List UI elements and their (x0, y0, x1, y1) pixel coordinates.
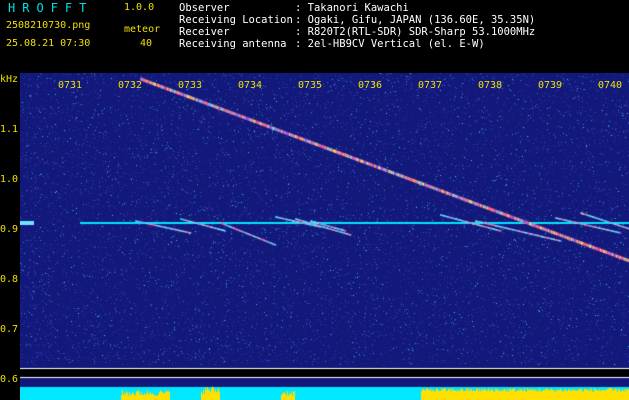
info-label: Observer (179, 2, 230, 14)
x-tick-label: 0735 (298, 80, 323, 91)
info-value: : 2el-HB9CV Vertical (el. E-W) (295, 38, 485, 50)
y-tick-label: 1.1 (0, 124, 19, 135)
y-unit-label: kHz (0, 74, 19, 85)
info-row-location: Receiving Location: Ogaki, Gifu, JAPAN (… (179, 14, 535, 26)
x-tick-label: 0738 (478, 80, 503, 91)
meteor-label: meteor (124, 24, 161, 35)
y-tick-label: 0.6 (0, 374, 19, 385)
header-panel: HROFFT 1.0.0 2508210730.png meteor 25.08… (0, 0, 629, 73)
info-value: : Ogaki, Gifu, JAPAN (136.60E, 35.35N) (295, 14, 536, 26)
y-tick-label: 0.7 (0, 324, 19, 335)
x-tick-label: 0737 (418, 80, 443, 91)
file-name: 2508210730.png (6, 20, 91, 31)
info-label: Receiving antenna (179, 38, 287, 50)
info-value: : R820T2(RTL-SDR) SDR-Sharp 53.1000MHz (295, 26, 536, 38)
y-tick-label: 1.0 (0, 174, 19, 185)
y-tick-label: 0.9 (0, 224, 19, 235)
info-value: : Takanori Kawachi (295, 2, 409, 14)
x-tick-label: 0736 (358, 80, 383, 91)
x-tick-label: 0732 (118, 80, 143, 91)
info-label: Receiving Location (179, 14, 293, 26)
app-title: HROFFT (8, 1, 94, 15)
info-label: Receiver (179, 26, 230, 38)
x-tick-label: 0731 (58, 80, 83, 91)
info-row-observer: Observer : Takanori Kawachi (179, 2, 535, 14)
station-info: Observer : Takanori Kawachi Receiving Loc… (179, 2, 535, 50)
info-row-receiver: Receiver : R820T2(RTL-SDR) SDR-Sharp 53.1… (179, 26, 535, 38)
meteor-count: 40 (140, 38, 153, 49)
app-version: 1.0.0 (124, 2, 155, 13)
x-tick-label: 0740 (598, 80, 623, 91)
x-tick-label: 0733 (178, 80, 203, 91)
info-row-antenna: Receiving antenna : 2el-HB9CV Vertical (e… (179, 38, 535, 50)
x-tick-label: 0734 (238, 80, 263, 91)
spectrogram (20, 73, 629, 400)
y-tick-label: 0.8 (0, 274, 19, 285)
x-tick-label: 0739 (538, 80, 563, 91)
timestamp: 25.08.21 07:30 (6, 38, 91, 49)
